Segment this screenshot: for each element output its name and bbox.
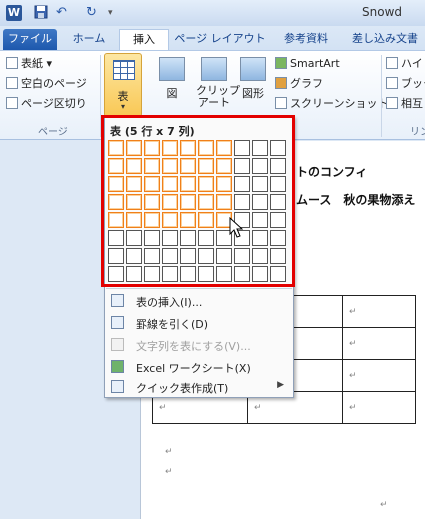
table-cell[interactable]: ↵ <box>342 295 416 328</box>
tab-references[interactable]: 参考資料 <box>276 29 336 50</box>
tab-insert[interactable]: 挿入 <box>119 29 169 50</box>
page-break-icon <box>6 97 18 109</box>
group-separator <box>381 55 382 137</box>
tab-page-layout[interactable]: ページ レイアウト <box>170 29 270 50</box>
screenshot-icon <box>275 97 287 109</box>
shapes-icon <box>240 57 266 81</box>
menu-item-insert-table[interactable]: 表の挿入(I)... <box>106 290 292 311</box>
paragraph-mark: ↵ <box>165 467 173 477</box>
insert-table-icon <box>111 294 124 307</box>
menu-item-label: Excel ワークシート(X) <box>136 362 251 375</box>
table-cell[interactable]: ↵ <box>342 391 416 424</box>
shapes-label: 図形 <box>242 87 264 100</box>
quick-tables-icon <box>111 380 124 393</box>
menu-item-excel-worksheet[interactable]: Excel ワークシート(X) <box>106 356 292 377</box>
undo-icon[interactable]: ↶ <box>56 5 74 21</box>
page-break-button[interactable]: ページ区切り <box>6 95 87 113</box>
paragraph-mark: ↵ <box>380 500 388 510</box>
document-text-line: ムース 秋の果物添え <box>296 193 416 207</box>
cover-page-button[interactable]: 表紙 ▾ <box>6 55 52 73</box>
hyperlink-icon <box>386 57 398 69</box>
menu-item-draw-table[interactable]: 罫線を引く(D) <box>106 312 292 333</box>
bookmark-icon <box>386 77 398 89</box>
table-icon <box>113 60 135 80</box>
redo-icon[interactable]: ↻ <box>86 5 100 21</box>
table-cell[interactable]: ↵ <box>342 359 416 392</box>
tab-mailings[interactable]: 差し込み文書 <box>345 29 425 50</box>
screenshot-button[interactable]: スクリーンショット ▾ <box>275 95 397 113</box>
menu-item-quick-tables[interactable]: クイック表作成(T) ▶ <box>106 376 292 397</box>
menu-item-convert-text: 文字列を表にする(V)... <box>106 334 292 355</box>
clip-art-button[interactable]: クリップ アート <box>196 53 240 117</box>
paragraph-mark: ↵ <box>165 447 173 457</box>
excel-icon <box>111 360 124 373</box>
links-group-label: リン <box>410 127 425 138</box>
smartart-icon <box>275 57 287 69</box>
tab-home[interactable]: ホーム <box>62 29 116 50</box>
menu-item-label: クイック表作成(T) <box>136 382 229 395</box>
cross-reference-label: 相互 <box>401 97 423 110</box>
blank-page-button[interactable]: 空白のページ <box>6 75 87 93</box>
save-icon[interactable] <box>34 5 48 21</box>
document-text-line: トのコンフィ <box>296 165 368 179</box>
pages-group-label: ページ <box>38 127 68 138</box>
word-logo-icon[interactable]: W <box>6 5 22 21</box>
picture-button[interactable]: 図 <box>152 53 192 117</box>
menu-separator <box>106 288 292 289</box>
picture-label: 図 <box>166 87 178 100</box>
chart-button[interactable]: グラフ <box>275 75 323 93</box>
table-button[interactable]: 表 ▾ <box>104 53 142 117</box>
hyperlink-button[interactable]: ハイ <box>386 55 423 73</box>
cover-page-icon <box>6 57 18 69</box>
page-break-label: ページ区切り <box>21 97 87 110</box>
bookmark-label: ブック <box>401 77 425 90</box>
mouse-cursor-icon <box>229 217 243 238</box>
table-cell[interactable]: ↵ <box>342 327 416 360</box>
title-bar: W ↶ ↻ ▾ Snowd <box>0 0 425 26</box>
chevron-down-icon: ▾ <box>120 102 125 111</box>
draw-table-icon <box>111 316 124 329</box>
highlight-box <box>101 115 295 287</box>
clip-art-label: クリップ アート <box>196 84 240 109</box>
picture-icon <box>159 57 185 81</box>
blank-page-icon <box>6 77 18 89</box>
blank-page-label: 空白のページ <box>21 77 87 90</box>
menu-item-label: 文字列を表にする(V)... <box>136 340 251 353</box>
menu-item-label: 表の挿入(I)... <box>136 296 203 309</box>
customize-qat-icon[interactable]: ▾ <box>108 5 118 21</box>
bookmark-button[interactable]: ブック <box>386 75 425 93</box>
smartart-label: SmartArt <box>290 57 340 70</box>
cross-reference-icon <box>386 97 398 109</box>
document-title: Snowd <box>362 5 402 19</box>
ribbon-tabs: ファイル ホーム 挿入 ページ レイアウト 参考資料 差し込み文書 <box>0 26 425 50</box>
convert-text-icon <box>111 338 124 351</box>
cross-reference-button[interactable]: 相互 <box>386 95 423 113</box>
chart-icon <box>275 77 287 89</box>
shapes-button[interactable]: 図形 <box>236 53 270 117</box>
chevron-right-icon: ▶ <box>277 380 284 390</box>
chart-label: グラフ <box>290 77 323 90</box>
clip-art-icon <box>201 57 227 81</box>
tab-file[interactable]: ファイル <box>3 29 57 50</box>
smartart-button[interactable]: SmartArt <box>275 55 340 73</box>
cover-page-label: 表紙 ▾ <box>21 57 53 70</box>
hyperlink-label: ハイ <box>401 57 423 70</box>
menu-item-label: 罫線を引く(D) <box>136 318 209 331</box>
